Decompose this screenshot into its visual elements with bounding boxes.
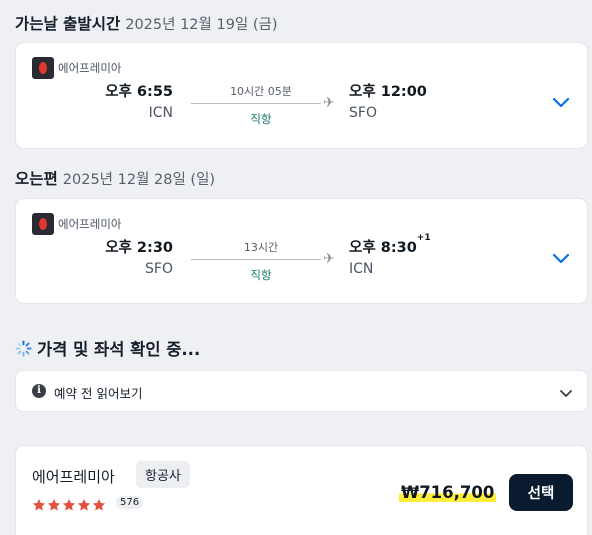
select-button[interactable]: 선택: [509, 474, 573, 511]
chevron-down-icon[interactable]: [549, 249, 573, 269]
outbound-stops: 직항: [250, 112, 272, 126]
inbound-duration: 13시간: [243, 241, 279, 254]
inbound-arrival-code: ICN: [349, 261, 374, 277]
inbound-route-line: [191, 259, 321, 260]
outbound-date: 2025년 12월 19일 (금): [125, 17, 278, 33]
offer-provider: 에어프레미아: [32, 468, 115, 486]
notice-label: 예약 전 읽어보기: [54, 386, 143, 401]
price-loading-status: 가격 및 좌석 확인 중...: [15, 336, 200, 360]
star-icon: [92, 499, 106, 511]
chevron-down-icon[interactable]: [549, 93, 573, 113]
booking-notice-accordion[interactable]: i 예약 전 읽어보기: [15, 370, 588, 412]
inbound-airline: 에어프레미아: [32, 213, 121, 235]
loading-text: 가격 및 좌석 확인 중...: [37, 340, 201, 359]
inbound-day-offset: +1: [416, 233, 431, 243]
inbound-arrival-time: 오후 8:30: [349, 240, 417, 256]
inbound-airline-name: 에어프레미아: [58, 217, 122, 231]
inbound-stops: 직항: [250, 268, 272, 282]
airline-logo: [32, 213, 54, 235]
inbound-departure-code: SFO: [145, 261, 173, 277]
inbound-section-title: 오는편 2025년 12월 28일 (일): [15, 167, 215, 189]
chevron-down-icon[interactable]: [559, 384, 573, 403]
outbound-duration: 10시간 05분: [230, 85, 292, 98]
star-icon: [77, 499, 91, 511]
outbound-title: 가는날 출발시간: [15, 15, 121, 33]
provider-type-tag: 항공사: [136, 461, 190, 488]
star-icon: [32, 499, 46, 511]
outbound-airline: 에어프레미아: [32, 57, 121, 79]
outbound-departure-time: 오후 6:55: [105, 84, 173, 100]
outbound-arrival: 오후 12:00: [349, 80, 427, 101]
star-icon: [62, 499, 76, 511]
inbound-title: 오는편: [15, 170, 58, 188]
outbound-section-title: 가는날 출발시간 2025년 12월 19일 (금): [15, 12, 278, 34]
price-offer-card: 에어프레미아 항공사 576 ₩716,700 선택: [15, 445, 588, 535]
offer-price: ₩716,700: [399, 483, 497, 502]
airline-logo: [32, 57, 54, 79]
outbound-departure-code: ICN: [148, 105, 173, 121]
plane-icon: ✈: [323, 251, 335, 267]
inbound-arrival: 오후 8:30+1: [349, 233, 431, 257]
outbound-arrival-code: SFO: [349, 105, 377, 121]
outbound-route-line: [191, 103, 321, 104]
loading-spinner-icon: [15, 339, 32, 357]
inbound-departure-time: 오후 2:30: [105, 240, 173, 256]
outbound-flight-card[interactable]: 에어프레미아 오후 6:55 ICN 10시간 05분 ✈ 직항 오후 12:0…: [15, 42, 588, 149]
outbound-arrival-time: 오후 12:00: [349, 84, 427, 100]
plane-icon: ✈: [323, 95, 335, 111]
rating-stars: [32, 498, 107, 512]
star-icon: [47, 499, 61, 511]
outbound-airline-name: 에어프레미아: [58, 61, 122, 75]
inbound-date: 2025년 12월 28일 (일): [62, 172, 216, 188]
review-count[interactable]: 576: [116, 496, 144, 509]
info-icon: i: [32, 384, 46, 398]
inbound-flight-card[interactable]: 에어프레미아 오후 2:30 SFO 13시간 ✈ 직항 오후 8:30+1 I…: [15, 198, 588, 304]
